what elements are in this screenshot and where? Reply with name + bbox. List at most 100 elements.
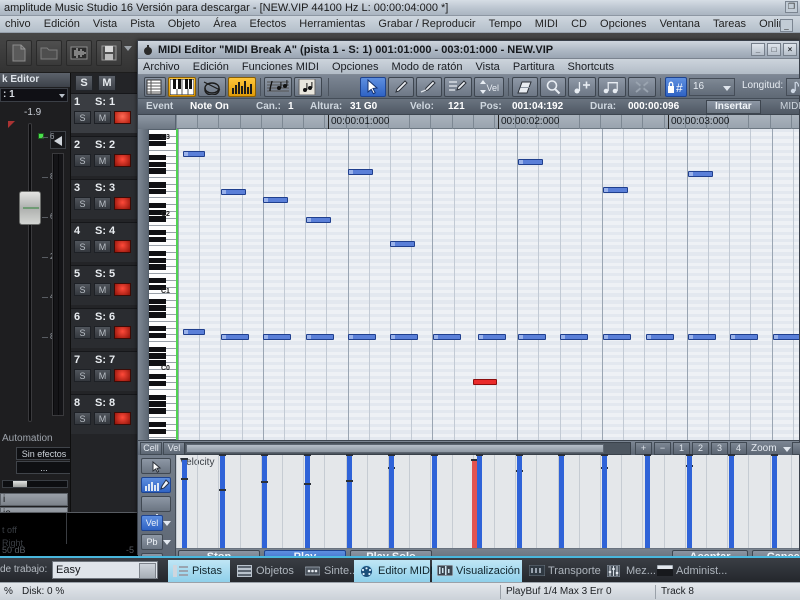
- pitchbend-chevron-down-icon[interactable]: [163, 540, 171, 545]
- zoom-chevron-down-icon[interactable]: [783, 447, 791, 452]
- zoom-tool-button[interactable]: [540, 77, 566, 97]
- track-mute-button[interactable]: M: [94, 412, 111, 425]
- track-mute-button[interactable]: M: [94, 326, 111, 339]
- piano-black-key[interactable]: [149, 278, 166, 284]
- midi-note[interactable]: [773, 334, 799, 340]
- pitch-value[interactable]: 31 G0: [350, 99, 377, 115]
- piano-black-key[interactable]: [149, 161, 166, 167]
- zoom-preset-2-button[interactable]: 2: [692, 442, 709, 455]
- midi-note[interactable]: [603, 187, 628, 193]
- piano-black-key[interactable]: [149, 332, 166, 339]
- taskbar-item-pistas[interactable]: Pistas: [168, 560, 230, 582]
- save-icon[interactable]: [96, 40, 122, 66]
- midi-note[interactable]: [221, 189, 246, 195]
- track-row[interactable]: 6 S: 6 SM: [71, 308, 141, 348]
- track-buttons[interactable]: SM: [74, 197, 131, 210]
- piano-black-key[interactable]: [149, 189, 166, 195]
- waveform-icon[interactable]: [66, 40, 92, 66]
- track-buttons[interactable]: SM: [74, 412, 131, 425]
- velocity-bar[interactable]: [389, 454, 394, 548]
- fader-track[interactable]: [28, 123, 32, 422]
- velocity-bar[interactable]: [477, 454, 482, 548]
- track-solo-button[interactable]: S: [74, 283, 91, 296]
- zoom-preset-3-button[interactable]: 3: [711, 442, 728, 455]
- taskbar-item-objetos[interactable]: Objetos: [232, 560, 298, 582]
- midi-menu-edicion[interactable]: Edición: [188, 59, 234, 74]
- quantize-lock-button[interactable]: #: [665, 77, 687, 97]
- taskbar-item-visualizaci-n[interactable]: Visualización: [432, 560, 522, 582]
- velocity-tool-button[interactable]: Vel: [474, 77, 504, 97]
- velocity-bar[interactable]: [602, 454, 607, 548]
- piano-black-key[interactable]: [149, 394, 166, 400]
- track-solo-button[interactable]: S: [74, 240, 91, 253]
- midi-note[interactable]: [478, 334, 506, 340]
- zoom-extra-button[interactable]: [792, 442, 800, 455]
- app-menu-pista[interactable]: Pista: [125, 16, 159, 32]
- arrow-tool-button[interactable]: [360, 77, 386, 97]
- velocity-arrow-tool[interactable]: [141, 458, 171, 474]
- track-record-button[interactable]: [114, 283, 131, 296]
- midi-note[interactable]: [688, 171, 713, 177]
- piano-black-key[interactable]: [149, 312, 166, 318]
- taskbar-item-sinte[interactable]: Sinte...: [300, 560, 358, 582]
- track-buttons[interactable]: SM: [74, 240, 131, 253]
- piano-black-key[interactable]: [149, 141, 166, 147]
- midi-note[interactable]: [688, 334, 716, 340]
- zoom-out-button[interactable]: −: [654, 442, 671, 455]
- add-note-tool-button[interactable]: [568, 77, 596, 97]
- track-row[interactable]: 5 S: 5 SM: [71, 265, 141, 305]
- track-row[interactable]: 2 S: 2 SM: [71, 136, 141, 176]
- split-note-tool-button[interactable]: [598, 77, 626, 97]
- midi-note[interactable]: [730, 334, 758, 340]
- piano-black-key[interactable]: [149, 202, 166, 209]
- piano-black-key[interactable]: [149, 264, 166, 270]
- new-project-icon[interactable]: [6, 40, 32, 66]
- midi-editor-menubar[interactable]: Archivo Edición Funciones MIDI Opciones …: [138, 59, 799, 75]
- app-menu-tareas[interactable]: Tareas: [708, 16, 751, 32]
- velocity-plus-tool[interactable]: plus: [141, 496, 171, 524]
- midi-note[interactable]: [306, 334, 334, 340]
- app-menu-archivo[interactable]: chivo: [0, 16, 36, 32]
- taskbar-item-transporte[interactable]: Transporte: [524, 560, 601, 582]
- midi-editor-titlebar[interactable]: MIDI Editor "MIDI Break A" (pista 1 - S:…: [138, 41, 799, 59]
- eraser-tool-button[interactable]: [512, 77, 538, 97]
- fader-knob[interactable]: [19, 191, 41, 225]
- mute-note-tool-button[interactable]: [628, 77, 656, 97]
- length-value-combo[interactable]: [786, 78, 800, 96]
- track-row[interactable]: 3 S: 3 SM: [71, 179, 141, 219]
- midi-maximize-button[interactable]: □: [767, 43, 781, 56]
- track-buttons[interactable]: SM: [74, 369, 131, 382]
- app-menu-objeto[interactable]: Objeto: [163, 16, 205, 32]
- piano-black-key[interactable]: [149, 154, 166, 161]
- track-record-button[interactable]: [114, 326, 131, 339]
- position-value[interactable]: 001:04:192: [512, 99, 563, 115]
- track-record-button[interactable]: [114, 154, 131, 167]
- midi-note[interactable]: [390, 334, 418, 340]
- velocity-bar[interactable]: [729, 454, 734, 548]
- track-buttons[interactable]: SM: [74, 326, 131, 339]
- velocity-bar[interactable]: [645, 454, 650, 548]
- app-minimize-button[interactable]: _: [780, 19, 793, 32]
- track-record-button[interactable]: [114, 111, 131, 124]
- drum-view-button[interactable]: [198, 77, 226, 97]
- fx-slot-1[interactable]: Sin efectos: [16, 447, 72, 460]
- app-menu-vista[interactable]: Vista: [88, 16, 122, 32]
- app-window-buttons[interactable]: ❐: [785, 1, 798, 13]
- piano-black-key[interactable]: [149, 168, 166, 174]
- track-mute-button[interactable]: M: [94, 283, 111, 296]
- taskbar-item-mez[interactable]: Mez...: [602, 560, 656, 582]
- midi-close-button[interactable]: ×: [783, 43, 797, 56]
- panel-bar-1[interactable]: i: [0, 493, 68, 506]
- insert-button[interactable]: Insertar: [706, 100, 761, 114]
- midi-note[interactable]: [646, 334, 674, 340]
- track-mute-button[interactable]: M: [94, 240, 111, 253]
- toolbar-overflow-arrow[interactable]: [124, 46, 132, 51]
- piano-black-key[interactable]: [149, 250, 166, 257]
- velocity-type-chevron-down-icon[interactable]: [163, 521, 171, 526]
- velocity-bars-area[interactable]: Velocity: [176, 454, 799, 549]
- track-selector-combo[interactable]: : 1: [0, 88, 68, 102]
- piano-black-key[interactable]: [149, 421, 166, 428]
- taskbar-item-editor-midi[interactable]: Editor MIDI: [354, 560, 433, 582]
- midi-note[interactable]: [348, 169, 373, 175]
- channel-value[interactable]: 1: [288, 99, 294, 115]
